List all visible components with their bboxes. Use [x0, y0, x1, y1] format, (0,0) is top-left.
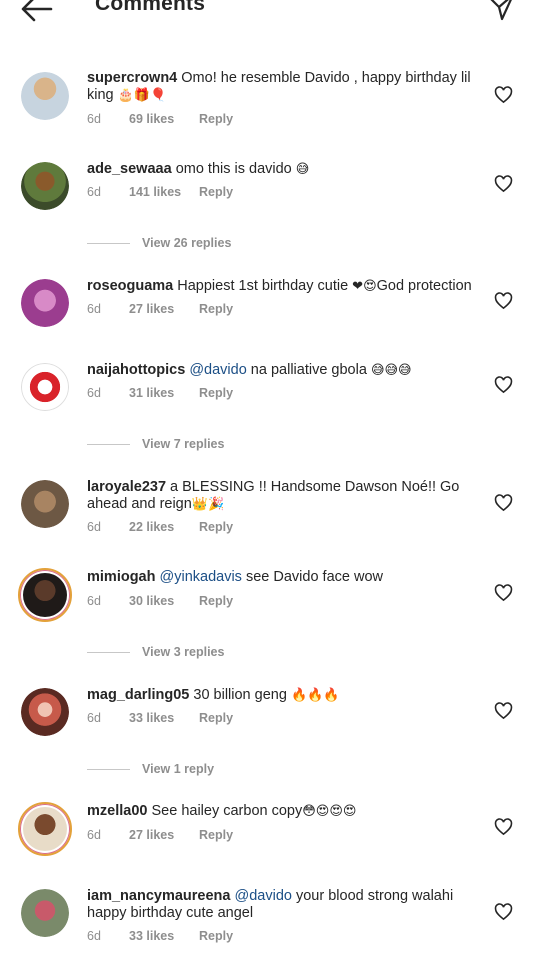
- divider: [87, 242, 130, 244]
- comment-likes[interactable]: 22 likes: [129, 520, 199, 534]
- avatar[interactable]: [21, 889, 69, 937]
- comment-emoji: ❤😍: [352, 279, 377, 294]
- comment-time: 6d: [87, 302, 101, 316]
- comment-mention[interactable]: @yinkadavis: [160, 569, 242, 585]
- divider: [87, 768, 130, 770]
- heart-icon[interactable]: [494, 903, 513, 921]
- comment-username[interactable]: laroyale237: [87, 479, 166, 495]
- comment-likes[interactable]: 141 likes: [129, 185, 199, 199]
- reply-button[interactable]: Reply: [199, 929, 233, 943]
- divider: [87, 443, 130, 445]
- reply-button[interactable]: Reply: [199, 594, 233, 608]
- reply-button[interactable]: Reply: [199, 185, 233, 199]
- avatar[interactable]: [18, 802, 72, 856]
- comment-text: Happiest 1st birthday cutie: [177, 278, 353, 294]
- comment-time: 6d: [87, 185, 101, 199]
- comment-emoji: 😅😅😅: [370, 363, 412, 378]
- comment-mention[interactable]: @davido: [235, 888, 292, 904]
- comment-likes[interactable]: 33 likes: [129, 711, 199, 725]
- paper-plane-icon[interactable]: [486, 0, 516, 22]
- comment-emoji: 👑🎉: [191, 497, 225, 512]
- comment-mention[interactable]: @davido: [189, 362, 246, 378]
- avatar[interactable]: [21, 363, 69, 411]
- heart-icon[interactable]: [494, 702, 513, 720]
- header: Comments: [0, 0, 540, 34]
- comment-likes[interactable]: 27 likes: [129, 302, 199, 316]
- reply-button[interactable]: Reply: [199, 711, 233, 725]
- reply-button[interactable]: Reply: [199, 386, 233, 400]
- view-replies-button[interactable]: View 26 replies: [87, 235, 387, 251]
- reply-button[interactable]: Reply: [199, 112, 233, 126]
- comment-text: 30 billion geng: [193, 687, 291, 703]
- comment-text: See hailey carbon copy: [151, 803, 303, 819]
- comment-text: omo this is davido: [175, 161, 296, 177]
- comment-emoji: 🔥🔥🔥: [290, 688, 340, 703]
- heart-icon[interactable]: [494, 292, 513, 310]
- heart-icon[interactable]: [494, 175, 513, 193]
- comment-likes[interactable]: 30 likes: [129, 594, 199, 608]
- comment-time: 6d: [87, 711, 101, 725]
- view-replies-button[interactable]: View 1 reply: [87, 761, 387, 777]
- comment-likes[interactable]: 31 likes: [129, 386, 199, 400]
- avatar[interactable]: [21, 279, 69, 327]
- comment-username[interactable]: mag_darling05: [87, 687, 189, 703]
- divider: [87, 651, 130, 653]
- comment-text: see Davido face wow: [241, 569, 383, 585]
- page-title: Comments: [95, 0, 206, 15]
- comment-username[interactable]: roseoguama: [87, 278, 173, 294]
- avatar[interactable]: [21, 480, 69, 528]
- comment-time: 6d: [87, 594, 101, 608]
- comment-time: 6d: [87, 828, 101, 842]
- comment-likes[interactable]: 33 likes: [129, 929, 199, 943]
- comment-time: 6d: [87, 929, 101, 943]
- view-replies-label[interactable]: View 1 reply: [142, 762, 214, 776]
- avatar[interactable]: [21, 688, 69, 736]
- heart-icon[interactable]: [494, 584, 513, 602]
- comment-username[interactable]: iam_nancymaureena: [87, 888, 230, 904]
- view-replies-label[interactable]: View 7 replies: [142, 437, 224, 451]
- heart-icon[interactable]: [494, 494, 513, 512]
- comment-likes[interactable]: 69 likes: [129, 112, 199, 126]
- comment-time: 6d: [87, 386, 101, 400]
- comment-username[interactable]: ade_sewaaa: [87, 161, 172, 177]
- comment-emoji: 🎂🎁🎈: [117, 88, 167, 103]
- avatar[interactable]: [18, 568, 72, 622]
- heart-icon[interactable]: [494, 818, 513, 836]
- comment-likes[interactable]: 27 likes: [129, 828, 199, 842]
- comment-text: na palliative gbola: [246, 362, 371, 378]
- heart-icon[interactable]: [494, 86, 513, 104]
- comment-time: 6d: [87, 112, 101, 126]
- comment-emoji: 😅: [295, 162, 310, 177]
- comment-username[interactable]: naijahottopics: [87, 362, 185, 378]
- avatar[interactable]: [21, 162, 69, 210]
- comment-text-2: God protection: [376, 278, 472, 294]
- arrow-left-icon[interactable]: [20, 0, 54, 24]
- comment-emoji: 😳😍😍😍: [302, 804, 357, 819]
- view-replies-button[interactable]: View 7 replies: [87, 436, 387, 452]
- heart-icon[interactable]: [494, 376, 513, 394]
- comment-username[interactable]: supercrown4: [87, 70, 177, 86]
- view-replies-label[interactable]: View 3 replies: [142, 645, 224, 659]
- reply-button[interactable]: Reply: [199, 520, 233, 534]
- comment-time: 6d: [87, 520, 101, 534]
- comment-username[interactable]: mimiogah: [87, 569, 155, 585]
- view-replies-label[interactable]: View 26 replies: [142, 236, 231, 250]
- avatar[interactable]: [21, 72, 69, 120]
- view-replies-button[interactable]: View 3 replies: [87, 644, 387, 660]
- comment-username[interactable]: mzella00: [87, 803, 147, 819]
- reply-button[interactable]: Reply: [199, 302, 233, 316]
- reply-button[interactable]: Reply: [199, 828, 233, 842]
